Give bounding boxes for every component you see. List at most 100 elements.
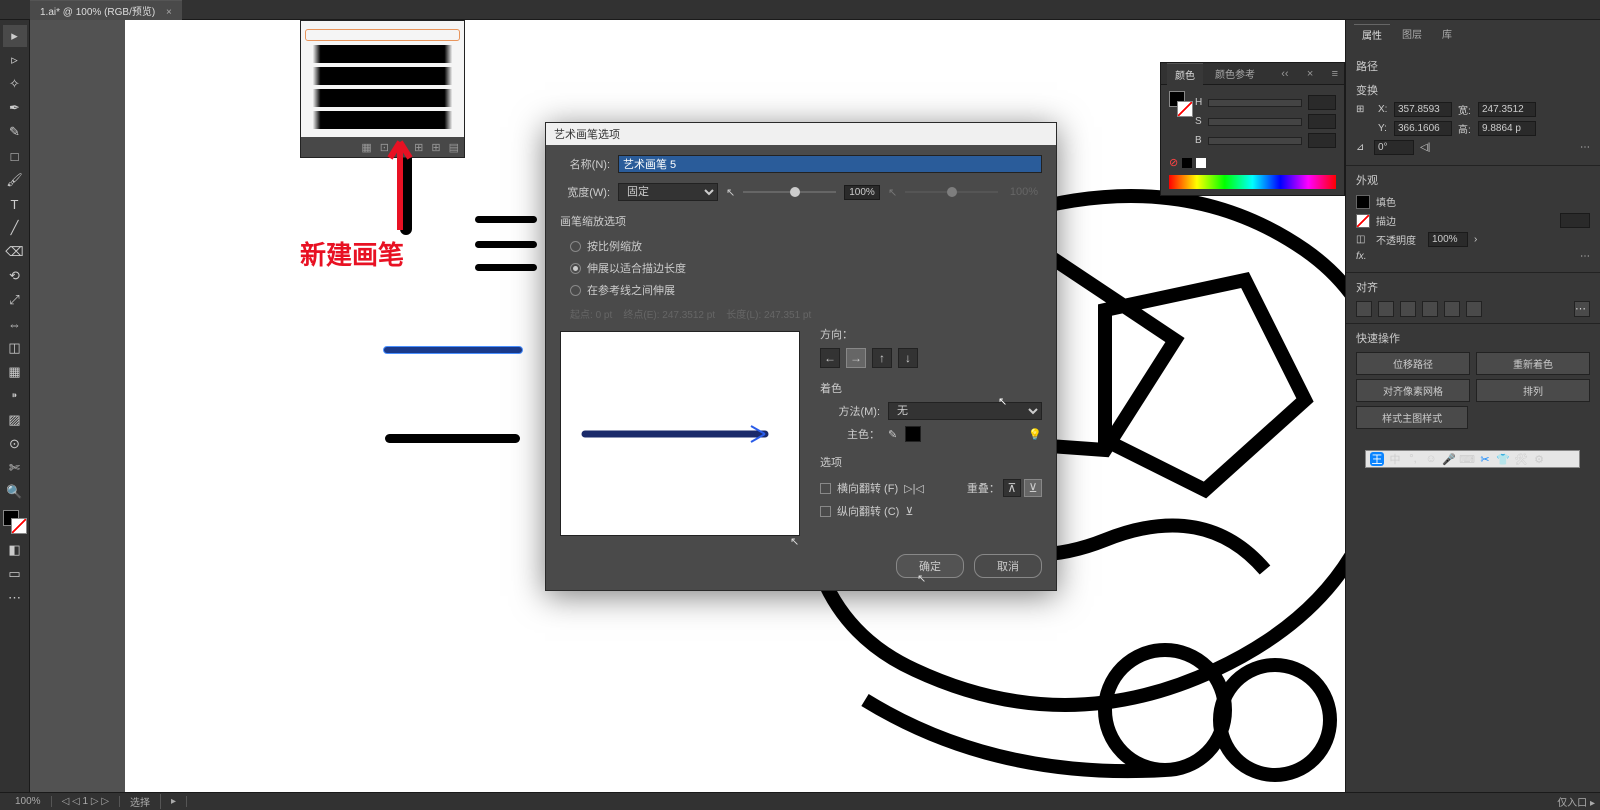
brush-list[interactable] [301, 21, 464, 137]
paintbrush-tool[interactable]: 🖌 [3, 169, 27, 191]
rectangle-tool[interactable]: □ [3, 145, 27, 167]
ime-toolbox-icon[interactable]: 🛠 [1514, 452, 1528, 466]
selection-tool[interactable]: ▸ [3, 25, 27, 47]
color-tab[interactable]: 颜色 [1167, 63, 1203, 85]
tab-layers[interactable]: 图层 [1394, 24, 1430, 44]
perspective-grid-tool[interactable]: ▨ [3, 409, 27, 431]
link-icon[interactable]: ⊞ [1356, 104, 1372, 115]
name-input[interactable] [618, 155, 1042, 173]
key-color-swatch[interactable] [905, 426, 921, 442]
ime-scissors-icon[interactable]: ✂ [1478, 452, 1492, 466]
fill-swatch[interactable] [1356, 195, 1370, 209]
none-color-icon[interactable]: ⊘ [1169, 156, 1178, 169]
hue-slider[interactable] [1208, 99, 1302, 107]
align-pixel-button[interactable]: 对齐像素网格 [1356, 379, 1470, 402]
width-pct[interactable]: 100% [844, 185, 880, 200]
align-right-icon[interactable] [1400, 301, 1416, 317]
tab-properties[interactable]: 属性 [1354, 24, 1390, 44]
close-icon[interactable]: × [1307, 68, 1313, 80]
w-field[interactable] [1478, 102, 1536, 117]
ime-logo-icon[interactable]: 王 [1370, 452, 1384, 466]
blend-tool[interactable]: ⊙ [3, 433, 27, 455]
ime-emoji-icon[interactable]: ☺ [1424, 452, 1438, 466]
style-button[interactable]: 样式主图样式 [1356, 406, 1468, 429]
direction-right[interactable]: → [846, 348, 866, 368]
zoom-tool[interactable]: 🔍 [3, 481, 27, 503]
scale-tool[interactable]: ⤢ [3, 289, 27, 311]
ok-button[interactable]: 确定 [896, 554, 964, 578]
screen-mode[interactable]: ▭ [3, 563, 27, 585]
overlap-1[interactable]: ⊼ [1003, 479, 1021, 497]
minimize-icon[interactable]: ‹‹ [1281, 68, 1288, 80]
scale-between-guides[interactable]: 在参考线之间伸展 [560, 279, 1042, 301]
align-top-icon[interactable] [1422, 301, 1438, 317]
direction-left[interactable]: ← [820, 348, 840, 368]
delete-brush-icon[interactable]: ▤ [449, 141, 459, 154]
stroke-swatch[interactable] [1356, 214, 1370, 228]
artboard-tool[interactable]: ✄ [3, 457, 27, 479]
ime-mic-icon[interactable]: 🎤 [1442, 452, 1456, 466]
tip-icon[interactable]: 💡 [1028, 428, 1042, 441]
stroke-weight[interactable] [1560, 213, 1590, 228]
sat-slider[interactable] [1208, 118, 1302, 126]
brush-library-icon[interactable]: ▦ [361, 141, 371, 154]
ime-keyboard-icon[interactable]: ⌨ [1460, 452, 1474, 466]
width-slider[interactable] [743, 191, 836, 193]
tab-libraries[interactable]: 库 [1434, 24, 1460, 44]
draw-mode[interactable]: ◧ [3, 539, 27, 561]
cancel-button[interactable]: 取消 [974, 554, 1042, 578]
curvature-tool[interactable]: ✎ [3, 121, 27, 143]
shape-builder-tool[interactable]: ◫ [3, 337, 27, 359]
direct-selection-tool[interactable]: ▹ [3, 49, 27, 71]
angle-field[interactable] [1374, 140, 1414, 155]
width-tool[interactable]: ⇔ [3, 313, 27, 335]
ime-cn-icon[interactable]: 中 [1388, 452, 1402, 466]
eyedropper-icon[interactable]: ✎ [888, 428, 897, 441]
ime-toolbar[interactable]: 王 中 °, ☺ 🎤 ⌨ ✂ 👕 🛠 ⚙ [1365, 450, 1580, 468]
width-mode-select[interactable]: 固定 [618, 183, 718, 201]
width-profile-icon[interactable]: ↖ [726, 186, 735, 199]
ime-skin-icon[interactable]: 👕 [1496, 452, 1510, 466]
flip-h-icon[interactable]: ◁| [1420, 142, 1430, 153]
zoom-level[interactable]: 100% [5, 796, 52, 807]
direction-down[interactable]: ↓ [898, 348, 918, 368]
align-hcenter-icon[interactable] [1378, 301, 1394, 317]
eyedropper-tool[interactable]: ⁍ [3, 385, 27, 407]
direction-up[interactable]: ↑ [872, 348, 892, 368]
color-guide-tab[interactable]: 颜色参考 [1207, 63, 1263, 84]
colorization-method-select[interactable]: 无 [888, 402, 1042, 420]
y-field[interactable] [1394, 121, 1452, 136]
flip-v-icon[interactable]: ⋯ [1580, 142, 1590, 153]
align-vcenter-icon[interactable] [1444, 301, 1460, 317]
ime-settings-icon[interactable]: ⚙ [1532, 452, 1546, 466]
stroke-chip[interactable] [11, 518, 27, 534]
scale-proportional[interactable]: 按比例缩放 [560, 235, 1042, 257]
scale-stretch[interactable]: 伸展以适合描边长度 [560, 257, 1042, 279]
x-field[interactable] [1394, 102, 1452, 117]
pen-tool[interactable]: ✒ [3, 97, 27, 119]
hue-field[interactable] [1308, 95, 1336, 110]
type-tool[interactable]: T [3, 193, 27, 215]
magic-wand-tool[interactable]: ✧ [3, 73, 27, 95]
offset-path-button[interactable]: 位移路径 [1356, 352, 1470, 375]
new-brush-icon[interactable]: ⊞ [431, 141, 440, 154]
edit-toolbar[interactable]: ⋯ [3, 587, 27, 609]
rotate-tool[interactable]: ⟲ [3, 265, 27, 287]
arrange-button[interactable]: 排列 [1476, 379, 1590, 402]
eraser-tool[interactable]: ⌫ [3, 241, 27, 263]
flip-v-checkbox[interactable] [820, 506, 831, 517]
overlap-2[interactable]: ⊻ [1024, 479, 1042, 497]
bri-slider[interactable] [1208, 137, 1302, 145]
color-spectrum[interactable] [1169, 175, 1336, 189]
align-bottom-icon[interactable] [1466, 301, 1482, 317]
close-icon[interactable]: × [166, 7, 172, 18]
document-tab[interactable]: 1.ai* @ 100% (RGB/预览) × [30, 0, 182, 20]
sat-field[interactable] [1308, 114, 1336, 129]
ime-punct-icon[interactable]: °, [1406, 452, 1420, 466]
width-profile-icon-2[interactable]: ↖ [888, 186, 897, 199]
menu-icon[interactable]: ≡ [1332, 68, 1338, 80]
fx-label[interactable]: fx. [1356, 251, 1367, 262]
line-segment-tool[interactable]: ╱ [3, 217, 27, 239]
fill-stroke-chips[interactable] [3, 510, 27, 534]
artboard-nav[interactable]: ◁ ◁ 1 ▷ ▷ [52, 796, 120, 807]
